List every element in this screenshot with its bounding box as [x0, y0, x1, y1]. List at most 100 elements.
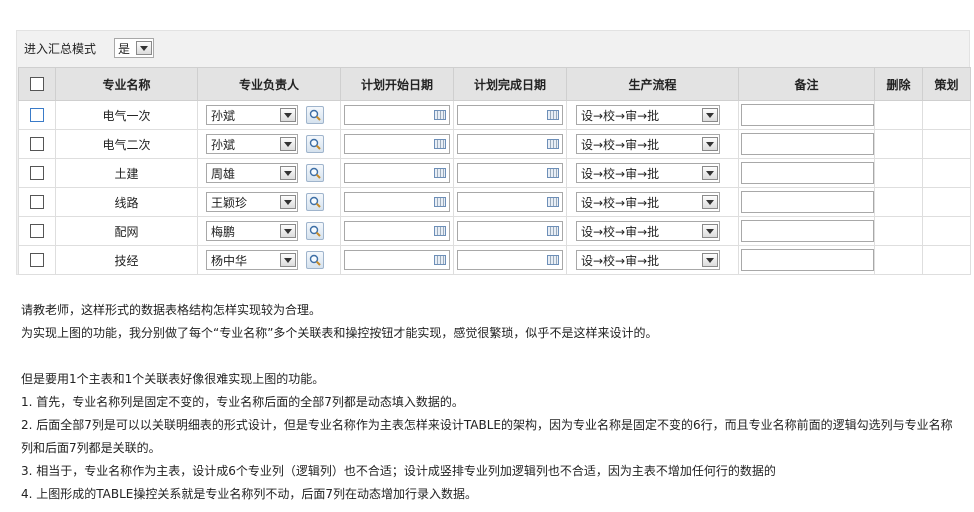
end-date-input[interactable]: [457, 134, 563, 154]
start-date-input[interactable]: [344, 250, 450, 270]
calendar-icon[interactable]: [547, 197, 559, 207]
paragraph: 3. 相当于，专业名称作为主表，设计成6个专业列（逻辑列）也不合适；设计成竖排专…: [21, 464, 776, 478]
person-value: 孙斌: [211, 108, 236, 123]
remark-input[interactable]: [741, 191, 874, 213]
chevron-down-icon[interactable]: [702, 137, 718, 151]
chevron-down-icon[interactable]: [280, 137, 296, 151]
person-cell: 王颖珍: [197, 187, 341, 217]
remark-cell: [738, 187, 875, 217]
calendar-icon[interactable]: [547, 255, 559, 265]
chevron-down-icon[interactable]: [702, 195, 718, 209]
search-icon[interactable]: [306, 222, 324, 240]
remark-cell: [738, 100, 875, 130]
flow-select[interactable]: 设→校→审→批: [576, 192, 720, 212]
row-checkbox[interactable]: [30, 166, 44, 181]
end-date-input[interactable]: [457, 105, 563, 125]
remark-input[interactable]: [741, 162, 874, 184]
row-checkbox[interactable]: [30, 224, 44, 239]
remark-input[interactable]: [741, 220, 874, 242]
search-icon[interactable]: [306, 106, 324, 124]
person-select[interactable]: 王颖珍: [206, 192, 298, 212]
end-date-cell: [453, 216, 567, 246]
chevron-down-icon[interactable]: [280, 166, 296, 180]
planning-cell[interactable]: [922, 216, 971, 246]
chevron-down-icon[interactable]: [280, 224, 296, 238]
start-date-input[interactable]: [344, 134, 450, 154]
calendar-icon[interactable]: [434, 139, 446, 149]
row-checkbox[interactable]: [30, 253, 44, 268]
delete-cell[interactable]: [874, 129, 923, 159]
calendar-icon[interactable]: [434, 255, 446, 265]
start-date-input[interactable]: [344, 163, 450, 183]
delete-cell[interactable]: [874, 216, 923, 246]
person-select[interactable]: 周雄: [206, 163, 298, 183]
delete-cell[interactable]: [874, 187, 923, 217]
flow-value: 设→校→审→批: [581, 166, 660, 181]
chevron-down-icon[interactable]: [702, 108, 718, 122]
planning-cell[interactable]: [922, 187, 971, 217]
end-date-input[interactable]: [457, 192, 563, 212]
header-select-all[interactable]: [18, 67, 56, 101]
start-date-cell: [340, 158, 454, 188]
end-date-input[interactable]: [457, 250, 563, 270]
start-date-input[interactable]: [344, 105, 450, 125]
calendar-icon[interactable]: [434, 110, 446, 120]
flow-select[interactable]: 设→校→审→批: [576, 105, 720, 125]
calendar-icon[interactable]: [434, 168, 446, 178]
remark-input[interactable]: [741, 104, 874, 126]
calendar-icon[interactable]: [547, 226, 559, 236]
header-responsible-person: 专业负责人: [197, 67, 341, 101]
person-select[interactable]: 杨中华: [206, 250, 298, 270]
calendar-icon[interactable]: [547, 168, 559, 178]
planning-cell[interactable]: [922, 100, 971, 130]
delete-cell[interactable]: [874, 245, 923, 275]
chevron-down-icon[interactable]: [702, 166, 718, 180]
search-icon[interactable]: [306, 193, 324, 211]
remark-cell: [738, 216, 875, 246]
row-checkbox[interactable]: [30, 108, 44, 123]
paragraph: 4. 上图形成的TABLE操控关系就是专业名称列不动，后面7列在动态增加行录入数…: [21, 487, 478, 501]
calendar-icon[interactable]: [547, 110, 559, 120]
row-checkbox[interactable]: [30, 137, 44, 152]
calendar-icon[interactable]: [434, 197, 446, 207]
chevron-down-icon[interactable]: [136, 41, 153, 55]
planning-cell[interactable]: [922, 158, 971, 188]
person-cell: 梅鹏: [197, 216, 341, 246]
person-select[interactable]: 孙斌: [206, 105, 298, 125]
calendar-icon[interactable]: [434, 226, 446, 236]
end-date-input[interactable]: [457, 163, 563, 183]
flow-select[interactable]: 设→校→审→批: [576, 163, 720, 183]
remark-input[interactable]: [741, 249, 874, 271]
summary-mode-select[interactable]: 是: [114, 38, 155, 58]
row-checkbox[interactable]: [30, 195, 44, 210]
remark-cell: [738, 158, 875, 188]
end-date-input[interactable]: [457, 221, 563, 241]
end-date-cell: [453, 158, 567, 188]
person-select[interactable]: 梅鹏: [206, 221, 298, 241]
chevron-down-icon[interactable]: [280, 108, 296, 122]
specialty-name: 土建: [114, 166, 139, 181]
start-date-input[interactable]: [344, 221, 450, 241]
chevron-down-icon[interactable]: [280, 253, 296, 267]
delete-cell[interactable]: [874, 158, 923, 188]
flow-select[interactable]: 设→校→审→批: [576, 250, 720, 270]
flow-cell: 设→校→审→批: [566, 129, 739, 159]
calendar-icon[interactable]: [547, 139, 559, 149]
remark-input[interactable]: [741, 133, 874, 155]
planning-cell[interactable]: [922, 129, 971, 159]
search-icon[interactable]: [306, 164, 324, 182]
chevron-down-icon[interactable]: [280, 195, 296, 209]
select-all-checkbox[interactable]: [30, 77, 44, 92]
specialty-name: 技经: [114, 253, 139, 268]
summary-mode-row: 进入汇总模式 是: [24, 38, 155, 58]
search-icon[interactable]: [306, 135, 324, 153]
chevron-down-icon[interactable]: [702, 253, 718, 267]
search-icon[interactable]: [306, 251, 324, 269]
chevron-down-icon[interactable]: [702, 224, 718, 238]
flow-select[interactable]: 设→校→审→批: [576, 134, 720, 154]
planning-cell[interactable]: [922, 245, 971, 275]
delete-cell[interactable]: [874, 100, 923, 130]
flow-select[interactable]: 设→校→审→批: [576, 221, 720, 241]
start-date-input[interactable]: [344, 192, 450, 212]
person-select[interactable]: 孙斌: [206, 134, 298, 154]
